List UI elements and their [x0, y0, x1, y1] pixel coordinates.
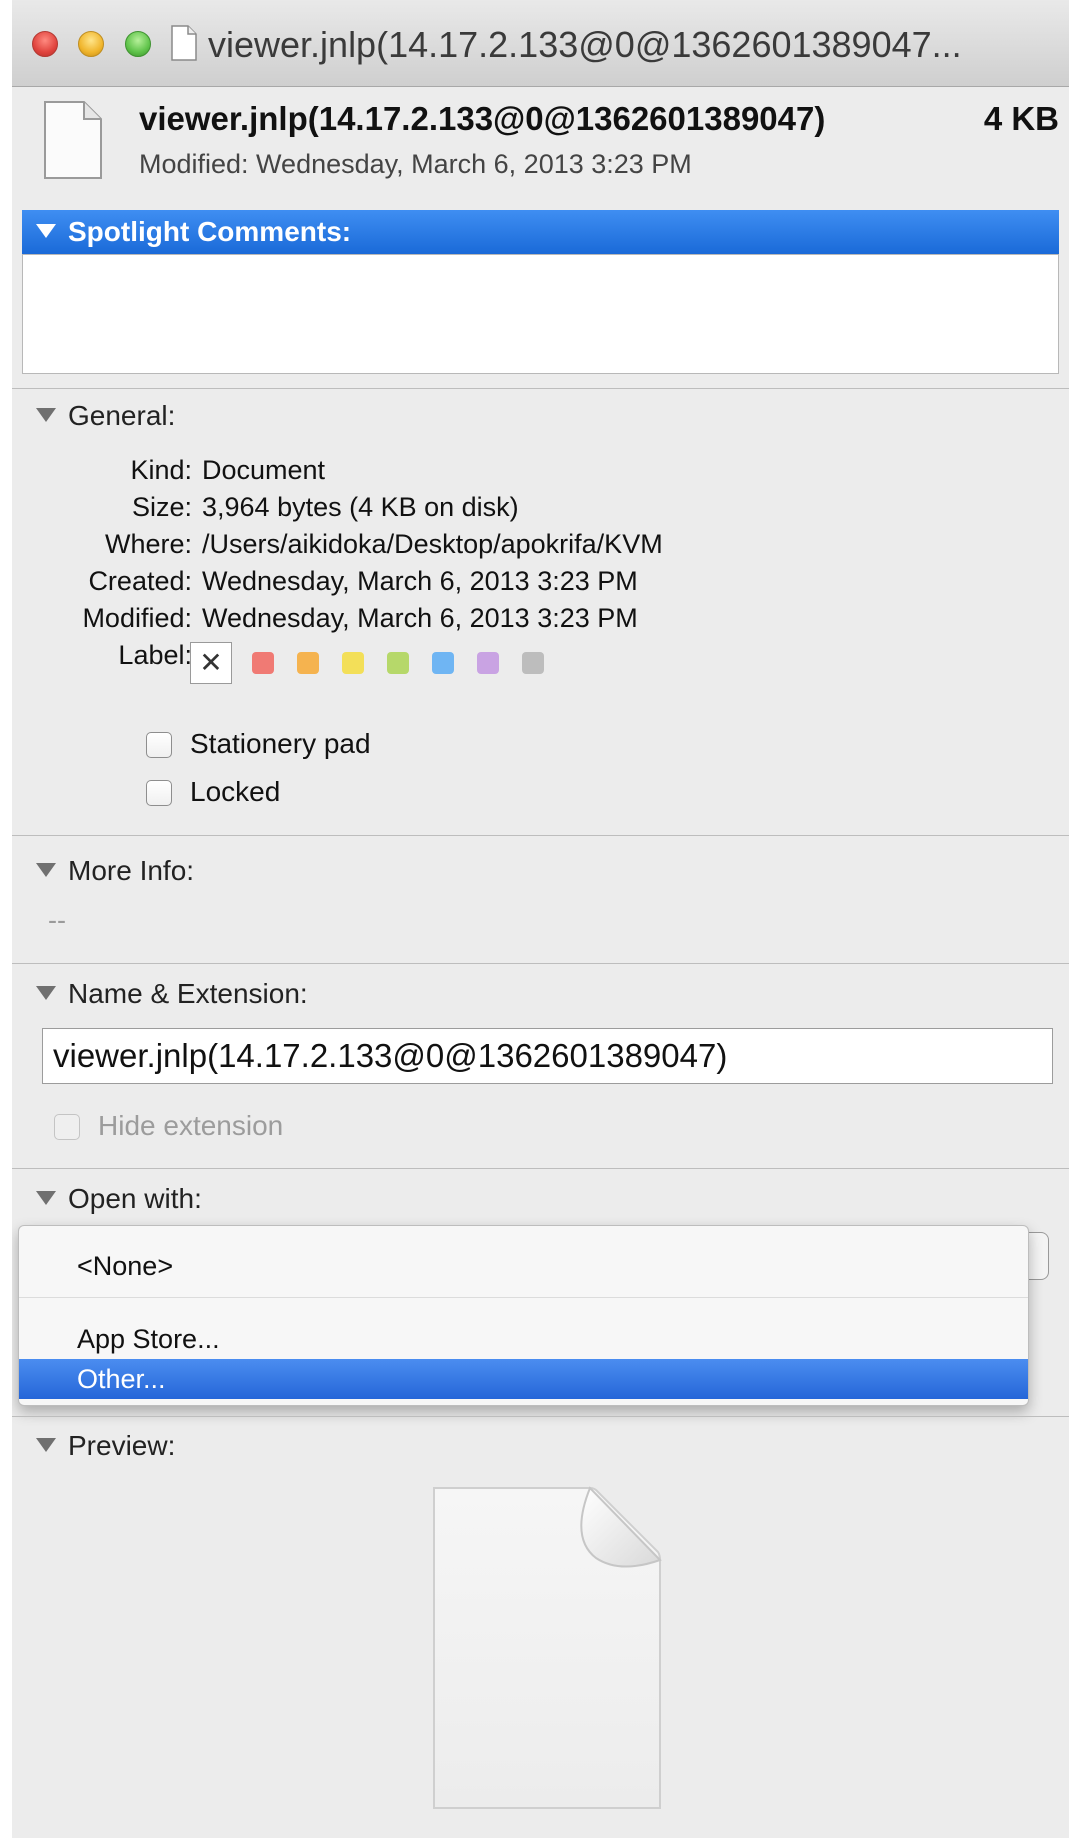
disclosure-triangle-icon — [36, 986, 56, 1000]
created-value: Wednesday, March 6, 2013 3:23 PM — [202, 566, 638, 596]
label-color-swatch[interactable] — [432, 652, 454, 674]
general-title: General: — [68, 400, 176, 431]
minimize-button[interactable] — [78, 31, 104, 57]
close-button[interactable] — [32, 31, 58, 57]
label-color-swatch[interactable] — [522, 652, 544, 674]
label-color-swatch[interactable] — [252, 652, 274, 674]
locked-label: Locked — [190, 776, 281, 807]
label-color-swatch[interactable] — [297, 652, 319, 674]
divider — [12, 963, 1069, 964]
spotlight-comments-field[interactable] — [22, 254, 1059, 374]
kind-value: Document — [202, 455, 326, 485]
label-color-swatch[interactable] — [477, 652, 499, 674]
disclosure-triangle-icon — [36, 1438, 56, 1452]
size-value: 3,964 bytes (4 KB on disk) — [202, 492, 519, 522]
document-preview-icon — [433, 1486, 662, 1809]
divider — [12, 1168, 1069, 1169]
where-label: Where: — [104, 529, 192, 559]
hide-extension-checkbox[interactable] — [54, 1114, 80, 1140]
modified-value: Wednesday, March 6, 2013 3:23 PM — [202, 603, 638, 633]
divider — [12, 835, 1069, 836]
name-extension-section-header[interactable]: Name & Extension: — [36, 978, 308, 1010]
window-title: viewer.jnlp(14.17.2.133@0@1362601389047.… — [208, 24, 962, 65]
name-extension-input[interactable]: viewer.jnlp(14.17.2.133@0@1362601389047) — [42, 1028, 1053, 1084]
label-color-swatch[interactable] — [387, 652, 409, 674]
file-name: viewer.jnlp(14.17.2.133@0@1362601389047) — [139, 100, 826, 137]
spotlight-comments-header[interactable]: Spotlight Comments: — [22, 210, 1059, 254]
stationery-pad-checkbox[interactable] — [146, 732, 172, 758]
disclosure-triangle-icon — [36, 1191, 56, 1205]
label-color-swatch[interactable] — [342, 652, 364, 674]
preview-section-header[interactable]: Preview: — [36, 1430, 175, 1462]
kind-label: Kind: — [130, 455, 192, 485]
menu-item-other[interactable]: Other... — [19, 1359, 1028, 1399]
divider — [12, 388, 1069, 389]
where-value: /Users/aikidoka/Desktop/apokrifa/KVM — [202, 529, 663, 559]
menu-item-none[interactable]: <None> — [19, 1246, 1028, 1286]
name-extension-title: Name & Extension: — [68, 978, 308, 1009]
menu-separator — [19, 1297, 1028, 1298]
disclosure-triangle-icon — [36, 408, 56, 422]
hide-extension-label: Hide extension — [98, 1110, 284, 1141]
info-window: viewer.jnlp(14.17.2.133@0@1362601389047.… — [12, 0, 1069, 1838]
open-with-section-header[interactable]: Open with: — [36, 1183, 202, 1215]
divider — [12, 1416, 1069, 1417]
more-info-section-header[interactable]: More Info: — [36, 855, 194, 887]
open-with-menu: <None> App Store... Other... — [18, 1225, 1029, 1406]
document-icon — [171, 25, 197, 61]
label-label: Label: — [118, 640, 192, 670]
menu-item-app-store[interactable]: App Store... — [19, 1319, 1028, 1359]
locked-checkbox[interactable] — [146, 780, 172, 806]
open-with-title: Open with: — [68, 1183, 202, 1214]
general-section-header[interactable]: General: — [36, 400, 175, 432]
title-bar[interactable]: viewer.jnlp(14.17.2.133@0@1362601389047.… — [12, 0, 1069, 87]
preview-title: Preview: — [68, 1430, 176, 1461]
file-icon — [44, 101, 102, 179]
more-info-title: More Info: — [68, 855, 195, 886]
spotlight-comments-title: Spotlight Comments: — [68, 216, 352, 247]
stationery-pad-label: Stationery pad — [190, 728, 371, 759]
disclosure-triangle-icon — [36, 863, 56, 877]
label-none-button[interactable]: ✕ — [190, 642, 232, 684]
created-label: Created: — [88, 566, 192, 596]
more-info-value: -- — [48, 905, 66, 935]
modified-label: Modified: — [82, 603, 192, 633]
size-label: Size: — [131, 492, 192, 522]
disclosure-triangle-icon — [36, 224, 56, 238]
zoom-button[interactable] — [125, 31, 151, 57]
file-size: 4 KB — [983, 100, 1059, 137]
modified-date: Modified: Wednesday, March 6, 2013 3:23 … — [139, 149, 692, 179]
